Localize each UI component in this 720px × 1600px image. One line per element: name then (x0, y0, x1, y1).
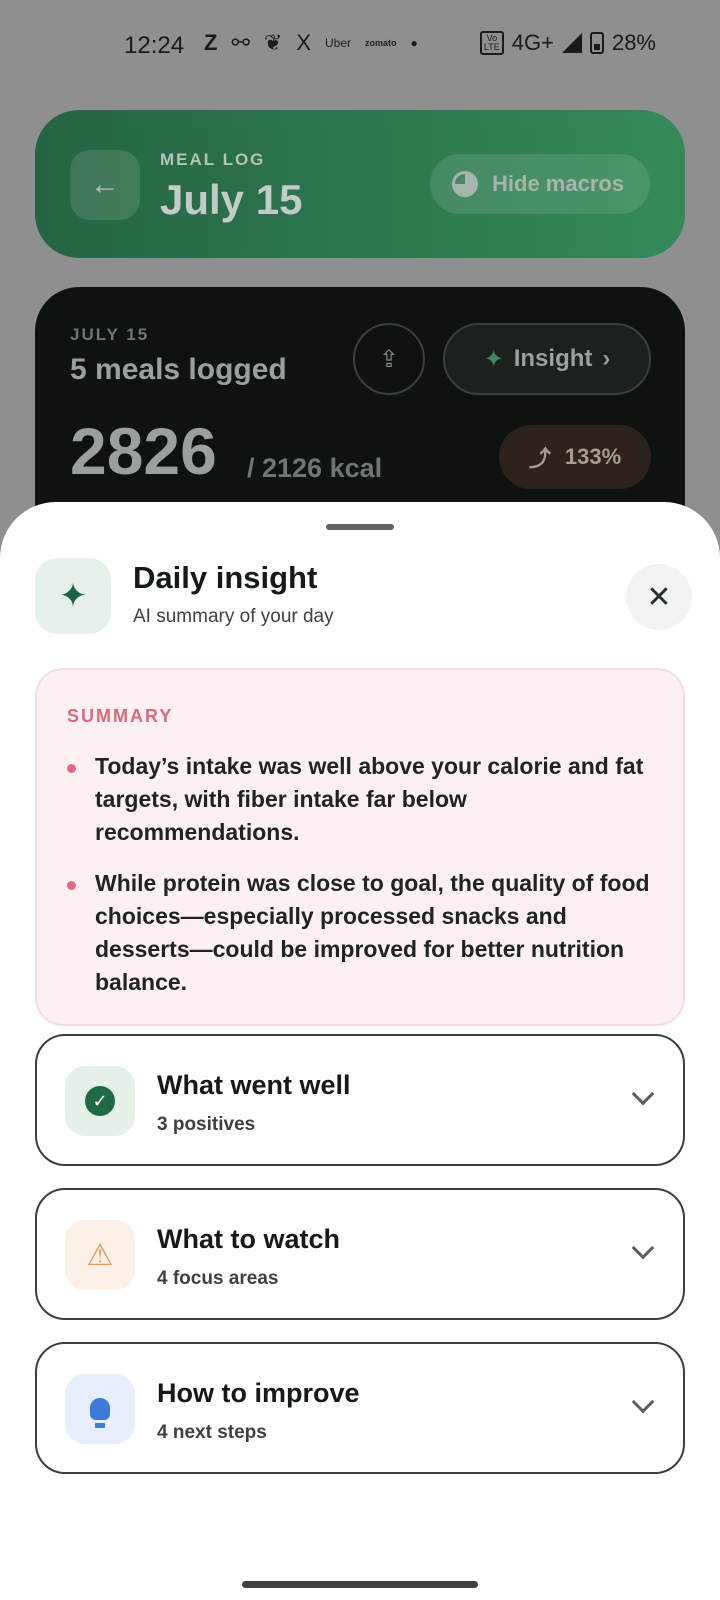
home-indicator[interactable] (242, 1581, 478, 1588)
status-bar: 12:24 Z ⚯ ❦ X Uber zomato ● Vo LTE 4G+ 28… (0, 0, 720, 92)
chevron-down-icon (631, 1236, 655, 1260)
battery-icon (589, 32, 604, 54)
summary-bullet: Today’s intake was well above your calor… (67, 750, 663, 849)
warning-icon: ⚠ (65, 1220, 135, 1290)
chevron-down-icon (631, 1390, 655, 1414)
sheet-title: Daily insight (133, 560, 318, 595)
bulb-icon (65, 1374, 135, 1444)
accordion-title: What went well (157, 1070, 351, 1100)
hide-macros-label: Hide macros (492, 171, 625, 196)
sparkle-icon: ✦ (35, 558, 111, 634)
accordion-subtitle: 4 next steps (157, 1422, 267, 1443)
summary-label: SUMMARY (67, 706, 174, 726)
close-icon: ✕ (646, 580, 672, 614)
back-button[interactable]: ← (70, 150, 140, 220)
battery-percent: 28% (611, 30, 656, 55)
percent-value: 133% (564, 444, 622, 469)
network-type: 4G+ (511, 30, 554, 55)
accordion-subtitle: 4 focus areas (157, 1268, 279, 1289)
meals-count: 5 meals logged (70, 353, 287, 386)
uber-app-icon: Uber (325, 36, 352, 50)
kcal-goal: / 2126 kcal (247, 453, 383, 483)
accordion-title: What to watch (157, 1224, 340, 1254)
sheet-subtitle: AI summary of your day (133, 606, 334, 627)
percent-badge: ⤴ 133% (499, 425, 651, 489)
signal-icon (561, 33, 582, 53)
day-date: JULY 15 (70, 325, 150, 344)
share-button[interactable]: ⇪ (353, 323, 425, 395)
share-icon: ⇪ (378, 345, 400, 373)
trend-icon: ⤴ (528, 446, 551, 471)
x-app-icon: X (296, 30, 312, 55)
header-eyebrow: MEAL LOG (160, 150, 266, 169)
status-time: 12:24 (124, 32, 185, 59)
sparkle-icon: ✦ (483, 345, 504, 373)
page-title: July 15 (160, 176, 303, 223)
system-icons: Vo LTE 4G+ 28% (479, 30, 656, 56)
accordion-subtitle: 3 positives (157, 1114, 256, 1135)
accordion-what-to-watch[interactable]: ⚠ What to watch 4 focus areas (35, 1188, 685, 1320)
arrow-left-icon: ← (90, 168, 120, 201)
sheet-drag-handle[interactable] (326, 524, 394, 530)
daily-insight-sheet: ✦ Daily insight AI summary of your day ✕… (0, 502, 720, 1600)
more-dot-icon: ● (410, 36, 418, 50)
close-button[interactable]: ✕ (626, 564, 692, 630)
chevron-right-icon: › (602, 345, 611, 372)
hide-macros-button[interactable]: Hide macros (430, 154, 650, 214)
accordion-title: How to improve (157, 1378, 360, 1408)
summary-box: SUMMARY Today’s intake was well above yo… (35, 668, 685, 1026)
accordion-what-went-well[interactable]: ✓ What went well 3 positives (35, 1034, 685, 1166)
summary-list: Today’s intake was well above your calor… (67, 750, 663, 1017)
z-app-icon: Z (204, 30, 218, 55)
leaf-app-icon: ❦ (263, 30, 283, 55)
chevron-down-icon (631, 1082, 655, 1106)
kcal-consumed: 2826 (70, 414, 217, 488)
accordion-how-to-improve[interactable]: How to improve 4 next steps (35, 1342, 685, 1474)
summary-bullet: While protein was close to goal, the qua… (67, 867, 663, 999)
meal-log-header: ← MEAL LOG July 15 Hide macros (35, 110, 685, 258)
zomato-app-icon: zomato (365, 38, 397, 48)
insight-label: Insight (513, 345, 593, 372)
sports-icon: ⚯ (231, 30, 250, 55)
insight-button[interactable]: ✦ Insight › (443, 323, 651, 395)
check-icon: ✓ (65, 1066, 135, 1136)
notification-icons: Z ⚯ ❦ X Uber zomato ● (204, 30, 418, 56)
pie-chart-icon (452, 171, 478, 197)
volte-icon: Vo LTE (479, 31, 504, 55)
